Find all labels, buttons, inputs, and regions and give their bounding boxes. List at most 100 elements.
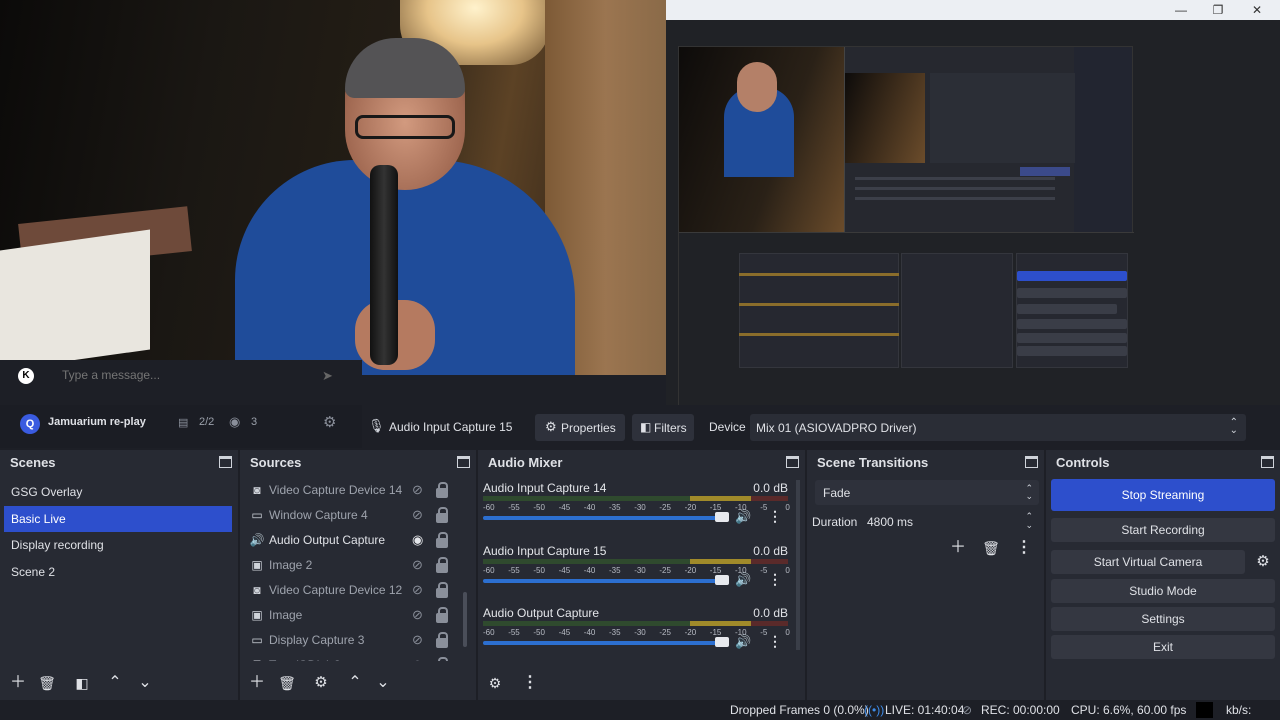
remove-transition-button[interactable]: 🗑 bbox=[980, 537, 1002, 559]
add-source-button[interactable]: ＋ bbox=[246, 672, 268, 694]
duration-input[interactable]: 4800 ms ⌃ ⌄ bbox=[862, 509, 1039, 534]
speaker-icon: 🔊 bbox=[249, 533, 265, 547]
speaker-icon[interactable]: 🔊 bbox=[735, 572, 751, 588]
viewers-ratio: 2/2 bbox=[199, 416, 215, 428]
lock-icon[interactable] bbox=[436, 632, 448, 648]
chat-input[interactable] bbox=[62, 364, 312, 386]
preview-canvas[interactable] bbox=[666, 20, 1280, 422]
tick-label: -15 bbox=[709, 628, 722, 637]
tick-label: -5 bbox=[760, 628, 768, 637]
undock-icon[interactable] bbox=[1261, 456, 1274, 468]
eye-hidden-icon[interactable]: ⊘ bbox=[412, 507, 428, 523]
channel-menu-button[interactable]: ⋮ bbox=[768, 508, 782, 525]
remove-source-button[interactable]: 🗑 bbox=[276, 672, 298, 694]
source-item[interactable]: ▣ Image ⊘ bbox=[249, 603, 454, 628]
source-item[interactable]: ▭ Display Capture 3 ⊘ bbox=[249, 628, 454, 653]
eye-icon[interactable]: ◉ bbox=[412, 532, 428, 548]
filters-button[interactable]: ◧ Filters bbox=[632, 414, 694, 441]
volume-slider[interactable] bbox=[483, 641, 728, 645]
source-item[interactable]: ◙ Video Capture Device 12 ⊘ bbox=[249, 578, 454, 603]
meter-yellow bbox=[690, 621, 752, 626]
tick-label: -15 bbox=[709, 503, 722, 512]
scene-filters-button[interactable]: ◧ bbox=[71, 672, 93, 694]
rec-time: REC: 00:00:00 bbox=[981, 703, 1060, 717]
live-icon: ((•)) bbox=[864, 703, 885, 717]
speaker-icon[interactable]: 🔊 bbox=[735, 509, 751, 525]
mixer-channel: Audio Input Capture 14 0.0 dB -60 -55 -50 -45… bbox=[483, 481, 790, 543]
eye-hidden-icon[interactable]: ⊘ bbox=[412, 482, 428, 498]
maximize-button[interactable]: ❐ bbox=[1203, 2, 1233, 18]
lock-icon[interactable] bbox=[436, 507, 448, 523]
lock-icon[interactable] bbox=[436, 582, 448, 598]
volume-knob[interactable] bbox=[715, 512, 729, 522]
eye-hidden-icon[interactable]: ⊘ bbox=[412, 582, 428, 598]
channel-logo-icon: Q bbox=[20, 414, 40, 434]
undock-icon[interactable] bbox=[457, 456, 470, 468]
source-properties-button[interactable]: ⚙ bbox=[310, 672, 332, 694]
tick-label: 0 bbox=[785, 503, 790, 512]
move-down-button[interactable]: ⌄ bbox=[134, 672, 156, 694]
source-item[interactable]: ▭ Window Capture 4 ⊘ bbox=[249, 503, 454, 528]
lock-icon[interactable] bbox=[436, 532, 448, 548]
scene-item[interactable]: GSG Overlay bbox=[4, 479, 232, 505]
minimize-button[interactable]: — bbox=[1166, 2, 1196, 18]
channel-name: Jamuarium re-play bbox=[48, 416, 146, 428]
transition-menu-button[interactable]: ⋮ bbox=[1013, 537, 1035, 559]
bitrate: kb/s: 4681 bbox=[1226, 703, 1252, 717]
move-up-button[interactable]: ⌃ bbox=[104, 672, 126, 694]
source-item[interactable]: ▣ Image 2 ⊘ bbox=[249, 553, 454, 578]
close-button[interactable]: ✕ bbox=[1242, 2, 1272, 18]
scene-item[interactable]: Basic Live bbox=[4, 505, 232, 532]
volume-slider[interactable] bbox=[483, 578, 728, 583]
meter-green bbox=[483, 558, 691, 564]
properties-button[interactable]: ⚙ Properties bbox=[535, 414, 625, 441]
scenes-title: Scenes bbox=[10, 455, 56, 470]
eye-hidden-icon[interactable]: ⊘ bbox=[412, 632, 428, 648]
mixer-scrollbar[interactable] bbox=[796, 480, 800, 650]
source-down-button[interactable]: ⌄ bbox=[372, 672, 394, 694]
speaker-icon[interactable]: 🔊 bbox=[735, 634, 751, 650]
tick-label: -35 bbox=[609, 628, 621, 637]
lock-icon[interactable] bbox=[436, 607, 448, 623]
start-recording-button[interactable]: Start Recording bbox=[1051, 518, 1275, 542]
chat-area: K ➤ bbox=[0, 360, 362, 405]
sources-scrollbar[interactable] bbox=[463, 592, 467, 647]
scene-item[interactable]: Scene 2 bbox=[4, 559, 232, 585]
undock-icon[interactable] bbox=[1025, 456, 1038, 468]
studio-mode-button[interactable]: Studio Mode bbox=[1051, 579, 1275, 603]
remove-scene-button[interactable]: 🗑 bbox=[36, 672, 58, 694]
eye-hidden-icon[interactable]: ⊘ bbox=[412, 657, 428, 661]
eye-hidden-icon[interactable]: ⊘ bbox=[412, 557, 428, 573]
stop-streaming-button[interactable]: Stop Streaming bbox=[1051, 479, 1275, 511]
add-transition-button[interactable]: ＋ bbox=[947, 537, 969, 559]
advanced-audio-button[interactable]: ⚙ bbox=[484, 672, 506, 694]
channel-menu-button[interactable]: ⋮ bbox=[768, 571, 782, 588]
transition-select[interactable]: Fade ⌃ ⌄ bbox=[815, 480, 1039, 505]
volume-knob[interactable] bbox=[715, 637, 729, 647]
undock-icon[interactable] bbox=[786, 456, 799, 468]
gear-icon[interactable]: ⚙ bbox=[323, 413, 336, 431]
mixer-menu-button[interactable]: ⋮ bbox=[519, 672, 541, 694]
source-item[interactable]: T Text (GDI+) 3 ⊘ bbox=[249, 653, 454, 661]
send-icon[interactable]: ➤ bbox=[322, 368, 333, 384]
exit-button[interactable]: Exit bbox=[1051, 635, 1275, 659]
source-label: Image bbox=[269, 608, 303, 622]
scene-item[interactable]: Display recording bbox=[4, 532, 232, 558]
lock-icon[interactable] bbox=[436, 557, 448, 573]
settings-button[interactable]: Settings bbox=[1051, 607, 1275, 631]
camera-icon: ◙ bbox=[253, 483, 261, 497]
add-scene-button[interactable]: ＋ bbox=[7, 672, 29, 694]
channel-menu-button[interactable]: ⋮ bbox=[768, 633, 782, 650]
volume-slider[interactable] bbox=[483, 516, 728, 520]
start-virtual-camera-button[interactable]: Start Virtual Camera bbox=[1051, 550, 1245, 574]
lock-icon[interactable] bbox=[436, 482, 448, 498]
source-item[interactable]: 🔊 Audio Output Capture ◉ bbox=[249, 528, 454, 553]
eye-hidden-icon[interactable]: ⊘ bbox=[412, 607, 428, 623]
device-select[interactable]: Mix 01 (ASIOVADPRO Driver) ⌃ ⌄ bbox=[750, 414, 1246, 441]
undock-icon[interactable] bbox=[219, 456, 232, 468]
source-item[interactable]: ◙ Video Capture Device 14 ⊘ bbox=[249, 478, 454, 503]
eye-icon: ◉ bbox=[229, 414, 241, 429]
source-up-button[interactable]: ⌃ bbox=[344, 672, 366, 694]
virtual-camera-settings-icon[interactable]: ⚙ bbox=[1252, 551, 1274, 573]
volume-knob[interactable] bbox=[715, 574, 729, 585]
